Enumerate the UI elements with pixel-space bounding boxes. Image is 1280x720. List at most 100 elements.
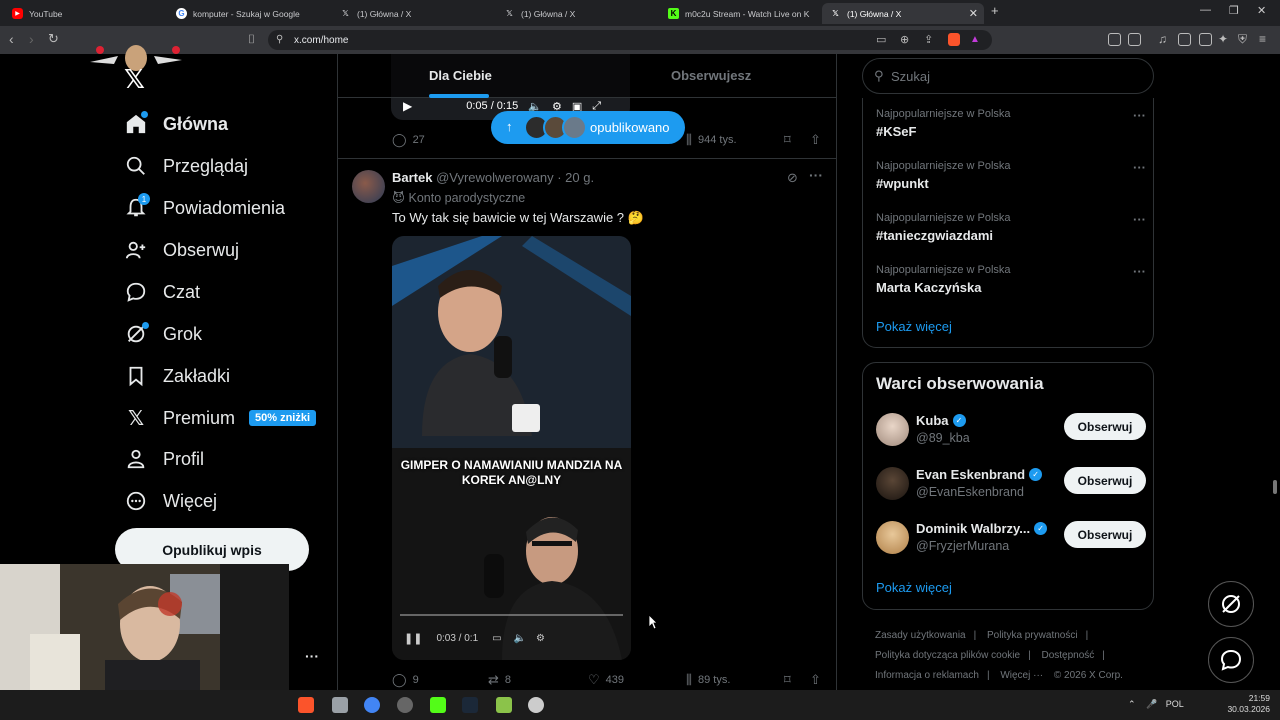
nav-more[interactable]: Więcej — [124, 485, 217, 517]
nav-premium[interactable]: 𝕏 Premium 50% zniżki — [124, 402, 317, 434]
more-options-icon[interactable]: ··· — [809, 167, 823, 183]
bookmark-icon[interactable]: ⌑ — [784, 132, 791, 148]
window-close-icon[interactable]: ✕ — [1257, 4, 1266, 17]
footer-link[interactable]: Polityka dotycząca plików cookie — [875, 650, 1020, 661]
reload-icon[interactable]: ↻ — [48, 32, 59, 46]
tab-x-1[interactable]: 𝕏 (1) Główna / X — [332, 3, 492, 24]
share-icon[interactable]: ⇧ — [810, 132, 821, 148]
follow-button[interactable]: Obserwuj — [1064, 521, 1146, 548]
video-progress-bar[interactable] — [400, 614, 623, 616]
back-icon[interactable]: ‹ — [9, 32, 14, 46]
grok-icon[interactable]: ⊘ — [787, 170, 798, 186]
pause-icon[interactable]: ❚❚ — [404, 632, 422, 645]
tab-kick[interactable]: K m0c2u Stream - Watch Live on K — [660, 3, 816, 24]
obs-icon[interactable] — [397, 697, 413, 713]
clock[interactable]: 21:59 30.03.2026 — [1200, 693, 1270, 715]
follow-button[interactable]: Obserwuj — [1064, 467, 1146, 494]
zoom-icon[interactable]: ⊕ — [900, 33, 909, 46]
nav-profile[interactable]: Profil — [124, 443, 204, 475]
nav-grok[interactable]: Grok — [124, 318, 202, 350]
settings-icon[interactable]: ⚙ — [536, 633, 545, 644]
grok-fab[interactable] — [1208, 581, 1254, 627]
views-button[interactable]: ⫼ 944 tys. — [686, 132, 737, 148]
brave-icon[interactable] — [298, 697, 314, 713]
more-options-icon[interactable]: ··· — [1133, 160, 1146, 175]
footer-more-link[interactable]: Więcej ··· — [1000, 670, 1043, 681]
wallet-2-icon[interactable] — [1199, 33, 1212, 46]
nav-home[interactable]: Główna — [124, 108, 228, 140]
brave-shields-icon[interactable] — [948, 33, 960, 46]
nav-chat[interactable]: Czat — [124, 276, 200, 308]
restore-icon[interactable]: ❐ — [1229, 4, 1239, 17]
share-icon[interactable]: ⇧ — [810, 672, 821, 688]
mic-icon[interactable]: 🎤 — [1146, 699, 1157, 709]
author-name[interactable]: Bartek — [392, 170, 432, 185]
follow-suggestion[interactable]: Evan Eskenbrand ✓ @EvanEskenbrand Obserwu… — [876, 467, 1146, 507]
minimize-icon[interactable]: — — [1200, 4, 1211, 16]
page-scrollbar[interactable] — [1270, 54, 1280, 690]
app-icon[interactable] — [496, 697, 512, 713]
media-icon[interactable]: ♫ — [1158, 32, 1167, 46]
tab-for-you[interactable]: Dla Ciebie — [429, 68, 492, 83]
nav-follow[interactable]: Obserwuj — [124, 234, 239, 266]
tweet-time[interactable]: · 20 g. — [557, 170, 594, 185]
bookmark-page-icon[interactable]: ⌷ — [248, 32, 255, 46]
play-icon[interactable]: ▶ — [403, 99, 412, 113]
share-icon[interactable]: ⇪ — [924, 33, 933, 46]
nav-explore[interactable]: Przeglądaj — [124, 150, 248, 182]
sidebar-icon[interactable] — [1178, 33, 1191, 46]
trend-item[interactable]: Najpopularniejsze w Polska #tanieczgwiaz… — [876, 212, 1146, 243]
author-handle[interactable]: @Vyrewolwerowany — [436, 170, 553, 185]
tray-arrow-icon[interactable]: ⌃ — [1128, 699, 1136, 709]
volume-icon[interactable]: 🔈 — [514, 633, 526, 644]
tab-following[interactable]: Obserwujesz — [671, 68, 751, 83]
captions-icon[interactable]: ▭ — [492, 633, 501, 644]
footer-link[interactable]: Zasady użytkowania — [875, 630, 966, 641]
files-icon[interactable] — [332, 697, 348, 713]
footer-link[interactable]: Polityka prywatności — [987, 630, 1078, 641]
tab-x-active[interactable]: 𝕏 (1) Główna / X ✕ — [822, 3, 984, 24]
wallet-icon[interactable] — [1128, 33, 1141, 46]
app-icon[interactable] — [528, 697, 544, 713]
trend-item[interactable]: Najpopularniejsze w Polska #KSeF ··· — [876, 108, 1146, 139]
nav-notifications[interactable]: 1 Powiadomienia — [124, 192, 285, 224]
steam-icon[interactable] — [462, 697, 478, 713]
vpn-icon[interactable]: ⛨ — [1238, 32, 1247, 46]
forward-icon[interactable]: › — [29, 32, 34, 46]
tab-x-2[interactable]: 𝕏 (1) Główna / X — [496, 3, 656, 24]
close-tab-icon[interactable]: ✕ — [969, 7, 978, 20]
new-tab-button[interactable]: + — [991, 3, 999, 18]
follow-suggestion[interactable]: Dominik Walbrzy... ✓ @FryzjerMurana Obser… — [876, 521, 1146, 561]
chrome-icon[interactable] — [364, 697, 380, 713]
messages-fab[interactable] — [1208, 637, 1254, 683]
extensions-icon[interactable] — [1108, 33, 1121, 46]
brave-rewards-icon[interactable]: ▲ — [970, 34, 980, 45]
footer-link[interactable]: Informacja o reklamach — [875, 670, 979, 681]
who-to-follow-show-more-link[interactable]: Pokaż więcej — [876, 580, 952, 595]
nav-bookmarks[interactable]: Zakładki — [124, 360, 230, 392]
like-button[interactable]: ♡ 439 — [588, 672, 624, 688]
repost-button[interactable]: ⇄ 8 — [488, 672, 511, 688]
follow-button[interactable]: Obserwuj — [1064, 413, 1146, 440]
views-button[interactable]: ⫼ 89 tys. — [686, 672, 730, 688]
follow-suggestion[interactable]: Kuba ✓ @89_kba Obserwuj — [876, 413, 1146, 453]
leo-icon[interactable]: ✦ — [1218, 32, 1228, 46]
search-input[interactable]: ⚲ Szukaj — [862, 58, 1154, 94]
new-posts-pill[interactable]: ↑ opublikowano — [491, 111, 685, 144]
trend-item[interactable]: Najpopularniejsze w Polska Marta Kaczyńs… — [876, 264, 1146, 295]
tweet-video[interactable]: GIMPER O NAMAWIANIU MANDZIA NA KOREK AN@… — [392, 236, 631, 660]
reply-button[interactable]: ◯ 9 — [392, 672, 419, 688]
trend-item[interactable]: Najpopularniejsze w Polska #wpunkt ··· — [876, 160, 1146, 191]
more-options-icon[interactable]: ··· — [1133, 264, 1146, 279]
lang-indicator[interactable]: POL — [1166, 699, 1184, 709]
kick-icon[interactable] — [430, 697, 446, 713]
more-options-icon[interactable]: ··· — [1133, 212, 1146, 227]
account-menu-icon[interactable]: ··· — [305, 648, 319, 664]
reply-button[interactable]: ◯ 27 — [392, 132, 425, 148]
site-info-icon[interactable]: ⚲ — [276, 34, 283, 45]
footer-link[interactable]: Dostępność — [1041, 650, 1094, 661]
cast-icon[interactable]: ▭ — [876, 33, 886, 46]
trends-show-more-link[interactable]: Pokaż więcej — [876, 319, 952, 334]
avatar[interactable] — [352, 170, 385, 203]
address-field[interactable]: ⚲ x.com/home ▭ ⊕ ⇪ ▲ — [268, 30, 992, 50]
